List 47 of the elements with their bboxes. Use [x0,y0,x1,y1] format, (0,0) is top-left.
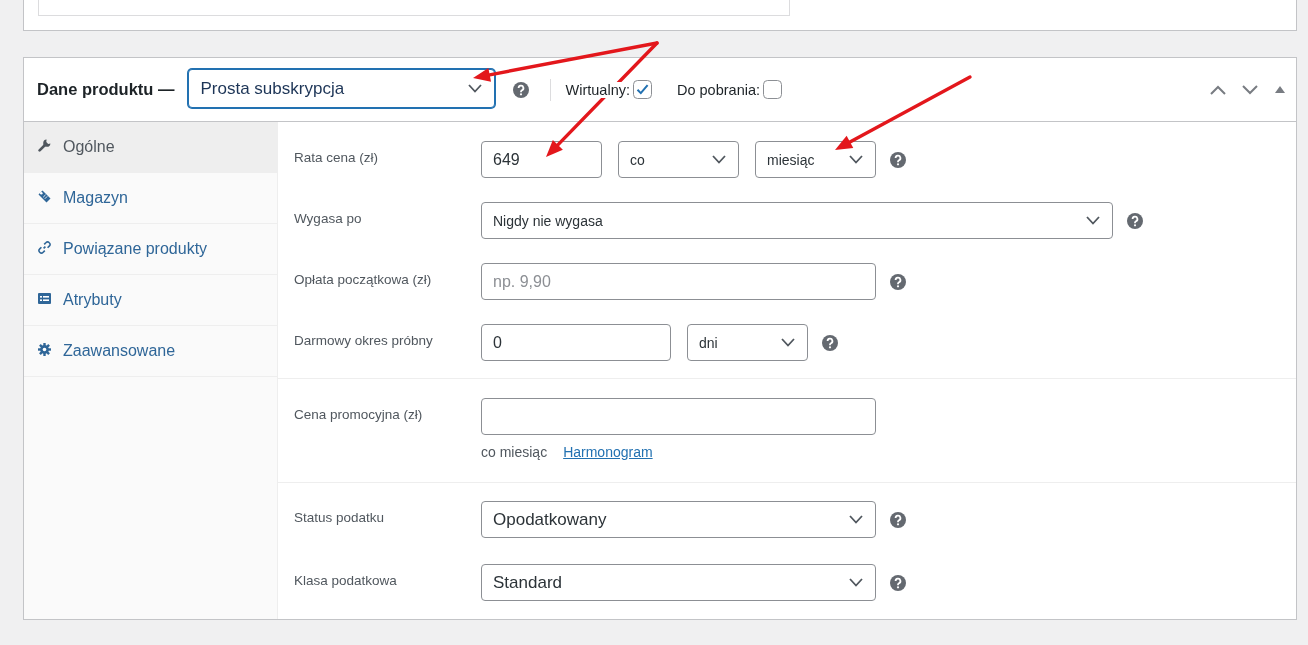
tag-icon [38,190,51,203]
card-icon [38,292,51,305]
sidebar-tab[interactable]: Powiązane produkty [24,224,277,275]
field-label: Klasa podatkowa [294,572,397,590]
field-label: Cena promocyjna (zł) [294,406,423,424]
chevron-down-icon [712,155,726,164]
text-field[interactable] [481,398,876,435]
chevron-down-icon [1086,216,1100,225]
triangle-icon [1275,86,1285,93]
dropdown-select[interactable]: Standard [481,564,876,601]
chevron-down-icon [1242,84,1258,95]
checkbox-label: Wirtualny: [565,81,630,98]
dropdown-select[interactable]: dni [687,324,808,361]
help-icon [512,81,529,98]
text-field[interactable]: np. 9,90 [481,263,876,300]
checkbox-label: Do pobrania: [677,81,760,98]
field-label: Darmowy okres próbny [294,332,433,350]
dropdown-select[interactable]: miesiąc [755,141,876,178]
chevron-down-icon [849,515,863,524]
field-label: Opłata początkowa (zł) [294,271,432,289]
field-label: Status podatku [294,509,385,527]
chevron-down-icon [781,338,795,347]
field-label: Rata cena (zł) [294,149,379,167]
text-area-field[interactable] [38,0,790,16]
sidebar-tab[interactable]: Zaawansowane [24,326,277,377]
chevron-up-icon [1210,84,1226,95]
schedule-link[interactable]: Harmonogram [563,442,653,462]
link-icon [38,241,51,254]
sidebar-tab[interactable]: Magazyn [24,173,277,224]
sidebar-tab[interactable]: Ogólne [24,122,277,173]
sidebar-tab[interactable]: Atrybuty [24,275,277,326]
period-text: co miesiąc [481,443,548,462]
checkbox[interactable] [633,80,652,99]
chevron-down-icon [467,84,482,93]
panel-title: Dane produktu — [37,80,175,99]
gear-icon [38,343,51,356]
text-field[interactable]: 649 [481,141,602,178]
text-field[interactable]: 0 [481,324,671,361]
dropdown-select[interactable]: Nigdy nie wygasa [481,202,1113,239]
field-label: Wygasa po [294,210,362,228]
dropdown-select[interactable]: Opodatkowany [481,501,876,538]
dropdown-select[interactable]: co [618,141,739,178]
chevron-down-icon [849,578,863,587]
product-type-select[interactable]: Prosta subskrypcja [187,69,495,108]
wrench-icon [38,139,51,152]
checkbox[interactable] [763,80,782,99]
chevron-down-icon [849,155,863,164]
